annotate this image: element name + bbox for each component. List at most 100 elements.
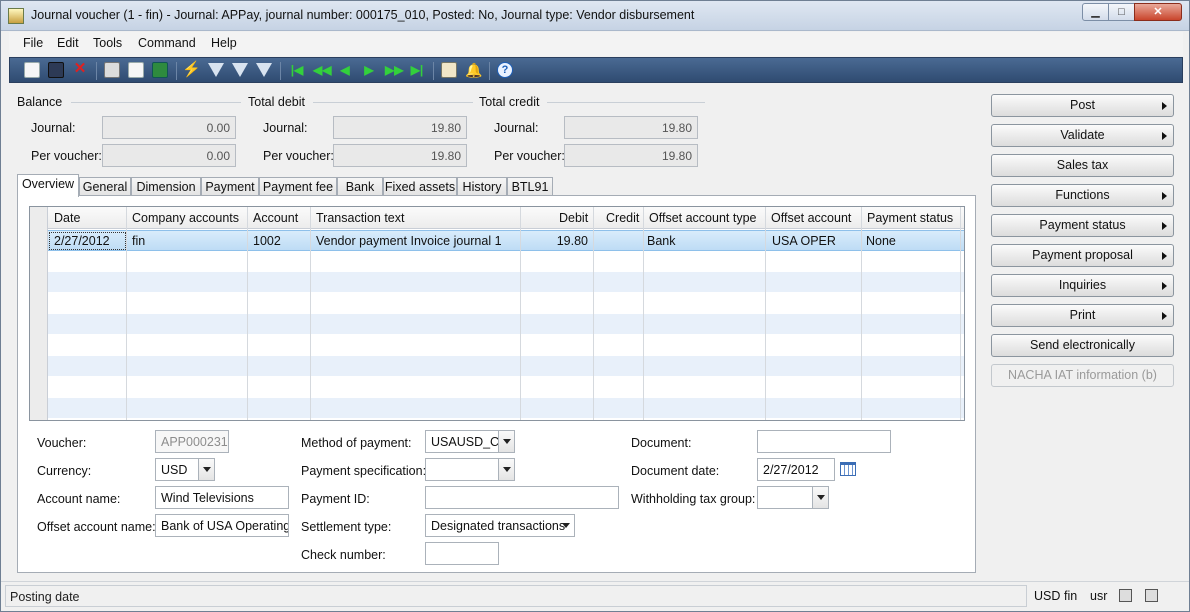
column-header-debit[interactable]: Debit: [559, 211, 588, 225]
first-record-icon[interactable]: |◀: [289, 62, 305, 78]
settlement-type-dropdown-icon[interactable]: [558, 515, 574, 536]
validate-button[interactable]: Validate: [991, 124, 1174, 147]
alert-icon[interactable]: 🔔: [465, 62, 482, 78]
cell-offset-account[interactable]: USA OPER: [772, 234, 836, 248]
document-field[interactable]: [757, 430, 891, 453]
empty-row[interactable]: [48, 272, 964, 293]
tab-payment[interactable]: Payment: [201, 177, 259, 196]
empty-row[interactable]: [48, 377, 964, 398]
account-name-field[interactable]: Wind Televisions: [155, 486, 289, 509]
menu-help[interactable]: Help: [211, 36, 237, 50]
previous-record-icon[interactable]: ◀: [337, 62, 353, 78]
empty-row[interactable]: [48, 335, 964, 356]
toolbar-separator: [489, 62, 490, 80]
status-user[interactable]: usr: [1090, 589, 1107, 603]
tab-history[interactable]: History: [457, 177, 507, 196]
empty-row[interactable]: [48, 356, 964, 377]
column-header-offset-account-type[interactable]: Offset account type: [649, 211, 756, 225]
close-button[interactable]: ✕: [1134, 3, 1182, 21]
empty-row[interactable]: [48, 398, 964, 419]
payment-specification-dropdown-icon[interactable]: [498, 459, 514, 480]
submenu-arrow-icon: [1162, 312, 1167, 320]
settlement-type-select[interactable]: Designated transactions: [425, 514, 575, 537]
tab-payment-fee[interactable]: Payment fee: [259, 177, 337, 196]
send-electronically-button[interactable]: Send electronically: [991, 334, 1174, 357]
menu-edit[interactable]: Edit: [57, 36, 79, 50]
account-name-label: Account name:: [37, 492, 121, 506]
post-button[interactable]: Post: [991, 94, 1174, 117]
last-record-icon[interactable]: ▶|: [409, 62, 425, 78]
cell-debit[interactable]: 19.80: [528, 234, 588, 248]
previous-page-icon[interactable]: ◀◀: [313, 62, 331, 78]
column-header-company-accounts[interactable]: Company accounts: [132, 211, 239, 225]
minimize-button[interactable]: ▁: [1082, 3, 1109, 21]
title-bar: Journal voucher (1 - fin) - Journal: APP…: [1, 1, 1189, 31]
sales-tax-button[interactable]: Sales tax: [991, 154, 1174, 177]
menu-file[interactable]: File: [23, 36, 43, 50]
export-excel-icon[interactable]: [152, 62, 168, 78]
filter-by-selection-icon[interactable]: ⚡: [182, 62, 201, 78]
print-button[interactable]: Print: [991, 304, 1174, 327]
advanced-filter-icon[interactable]: [232, 63, 248, 77]
maximize-button[interactable]: □: [1108, 3, 1135, 21]
new-icon[interactable]: [24, 62, 40, 78]
column-header-payment-status[interactable]: Payment status: [867, 211, 953, 225]
method-of-payment-dropdown-icon[interactable]: [498, 431, 514, 452]
help-icon[interactable]: ?: [497, 62, 513, 78]
cell-payment-status[interactable]: None: [866, 234, 896, 248]
status-bar: Posting date USD fin usr: [1, 581, 1189, 611]
payment-id-field[interactable]: [425, 486, 619, 509]
menu-command[interactable]: Command: [138, 36, 196, 50]
database-status-icon[interactable]: [1145, 589, 1158, 602]
printer-status-icon[interactable]: [1119, 589, 1132, 602]
document-date-field[interactable]: 2/27/2012: [757, 458, 835, 481]
print-preview-icon[interactable]: [128, 62, 144, 78]
filter-by-grid-icon[interactable]: [208, 63, 224, 77]
row-selector-column[interactable]: [30, 207, 48, 420]
table-row[interactable]: 2/27/2012 fin 1002 Vendor payment Invoic…: [48, 230, 964, 251]
cell-offset-account-type[interactable]: Bank: [647, 234, 676, 248]
functions-button[interactable]: Functions: [991, 184, 1174, 207]
empty-row[interactable]: [48, 293, 964, 314]
tab-bank[interactable]: Bank: [337, 177, 383, 196]
column-header-date[interactable]: Date: [54, 211, 80, 225]
tab-overview[interactable]: Overview: [17, 174, 79, 197]
currency-dropdown-icon[interactable]: [198, 459, 214, 480]
inquiries-button[interactable]: Inquiries: [991, 274, 1174, 297]
payment-status-button[interactable]: Payment status: [991, 214, 1174, 237]
cell-transaction-text[interactable]: Vendor payment Invoice journal 1: [316, 234, 502, 248]
save-icon[interactable]: [48, 62, 64, 78]
column-header-account[interactable]: Account: [253, 211, 298, 225]
calendar-icon[interactable]: [840, 462, 856, 476]
window-title: Journal voucher (1 - fin) - Journal: APP…: [31, 8, 695, 22]
cell-date[interactable]: 2/27/2012: [54, 234, 110, 248]
tab-dimension[interactable]: Dimension: [131, 177, 201, 196]
column-header-credit[interactable]: Credit: [606, 211, 639, 225]
next-page-icon[interactable]: ▶▶: [385, 62, 403, 78]
status-currency[interactable]: USD: [1034, 589, 1060, 603]
column-divider: [960, 207, 961, 420]
withholding-tax-group-dropdown-icon[interactable]: [812, 487, 828, 508]
column-divider: [643, 207, 644, 420]
check-number-field[interactable]: [425, 542, 499, 565]
menu-tools[interactable]: Tools: [93, 36, 122, 50]
status-company[interactable]: fin: [1064, 589, 1077, 603]
tab-btl91[interactable]: BTL91: [507, 177, 553, 196]
remove-filter-icon[interactable]: [256, 63, 272, 77]
print-icon[interactable]: [104, 62, 120, 78]
column-header-offset-account[interactable]: Offset account: [771, 211, 851, 225]
empty-row[interactable]: [48, 251, 964, 272]
attachment-icon[interactable]: [441, 62, 457, 78]
empty-row[interactable]: [48, 314, 964, 335]
cell-account[interactable]: 1002: [253, 234, 281, 248]
cell-company-accounts[interactable]: fin: [132, 234, 145, 248]
tab-general[interactable]: General: [79, 177, 131, 196]
payment-proposal-button[interactable]: Payment proposal: [991, 244, 1174, 267]
section-divider: [547, 102, 705, 103]
next-record-icon[interactable]: ▶: [361, 62, 377, 78]
column-header-transaction-text[interactable]: Transaction text: [316, 211, 404, 225]
voucher-field: APP000231: [155, 430, 229, 453]
tab-fixed-assets[interactable]: Fixed assets: [383, 177, 457, 196]
delete-icon[interactable]: ✕: [72, 61, 88, 78]
offset-account-name-field[interactable]: Bank of USA Operating: [155, 514, 289, 537]
